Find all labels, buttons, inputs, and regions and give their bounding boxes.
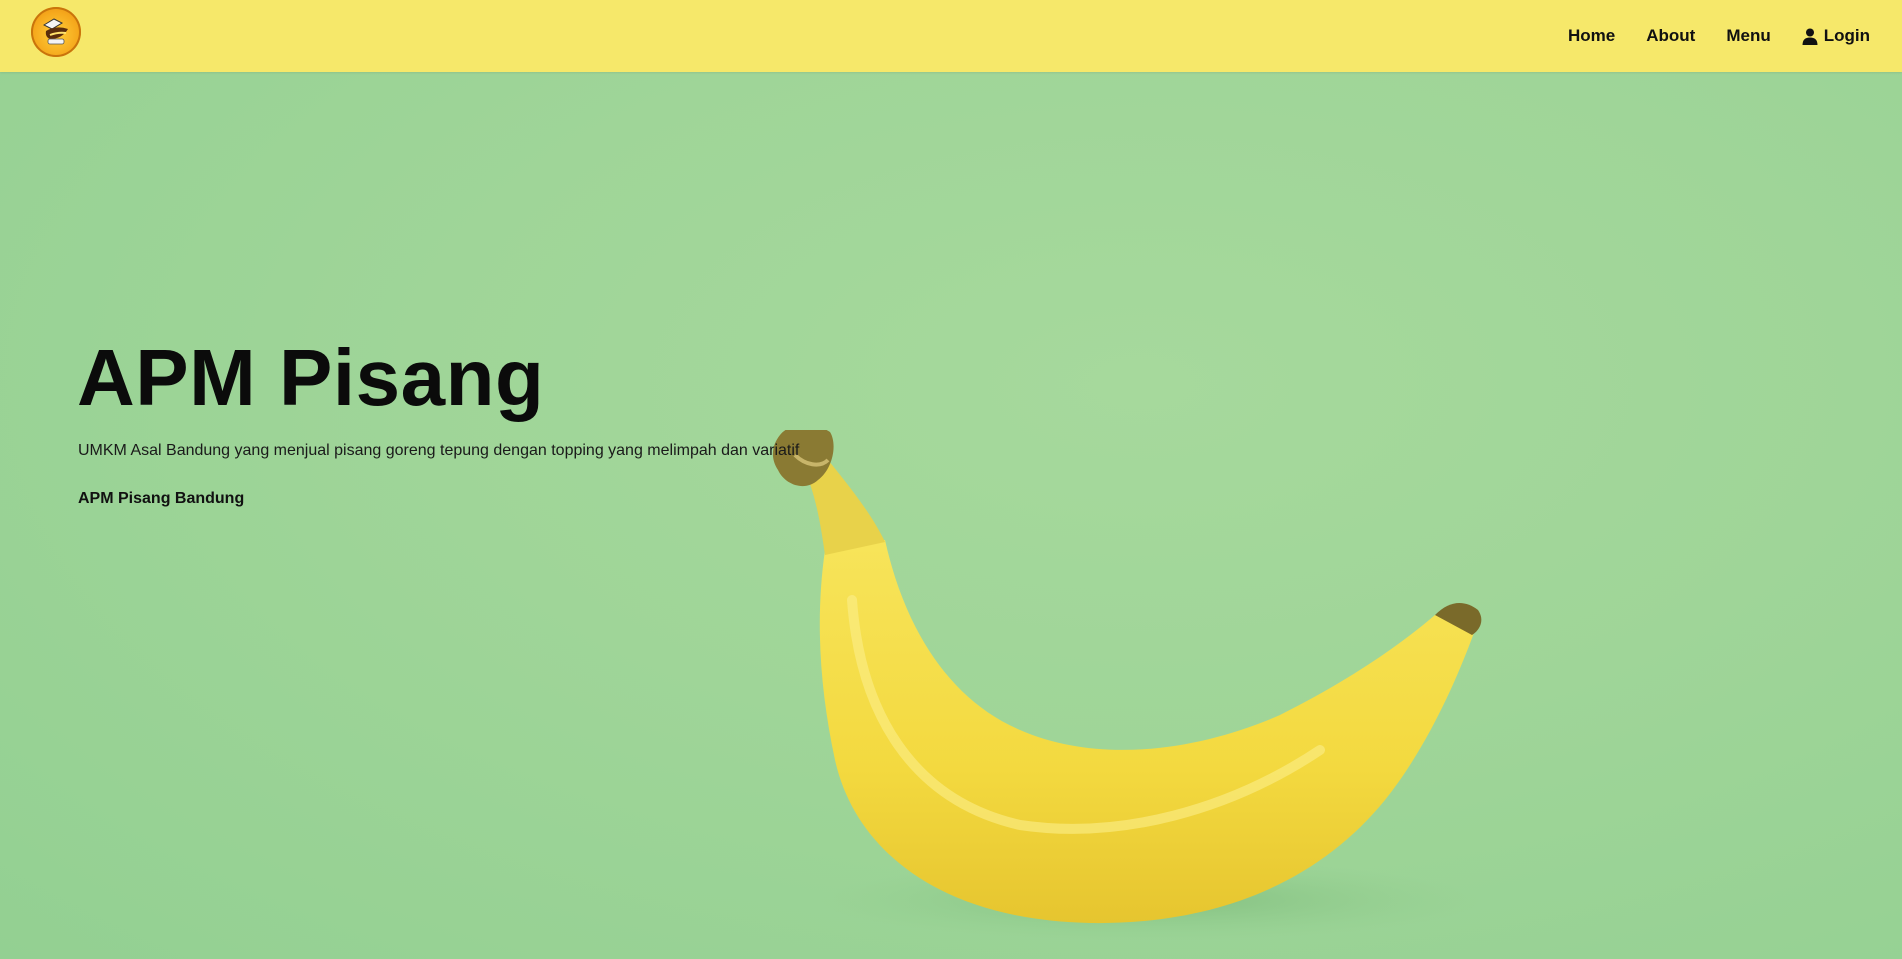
nav-menu[interactable]: Menu — [1726, 26, 1770, 46]
hero-title: APM Pisang — [77, 333, 545, 422]
banana-logo-icon — [42, 18, 68, 45]
hero-description: UMKM Asal Bandung yang menjual pisang go… — [78, 442, 800, 459]
nav-home[interactable]: Home — [1568, 26, 1615, 46]
nav-about[interactable]: About — [1646, 26, 1695, 46]
banana-image — [773, 430, 1482, 940]
login-label: Login — [1823, 26, 1870, 45]
main-nav: Home About Menu Login — [1568, 0, 1902, 72]
landing-page: Home About Menu Login APM Pisang UMKM As… — [0, 0, 1902, 959]
nav-login[interactable]: Login — [1802, 26, 1870, 46]
user-icon — [1802, 28, 1818, 45]
hero-brand: APM Pisang Bandung — [78, 490, 245, 507]
navbar: Home About Menu Login — [0, 0, 1902, 72]
logo[interactable] — [31, 7, 81, 57]
